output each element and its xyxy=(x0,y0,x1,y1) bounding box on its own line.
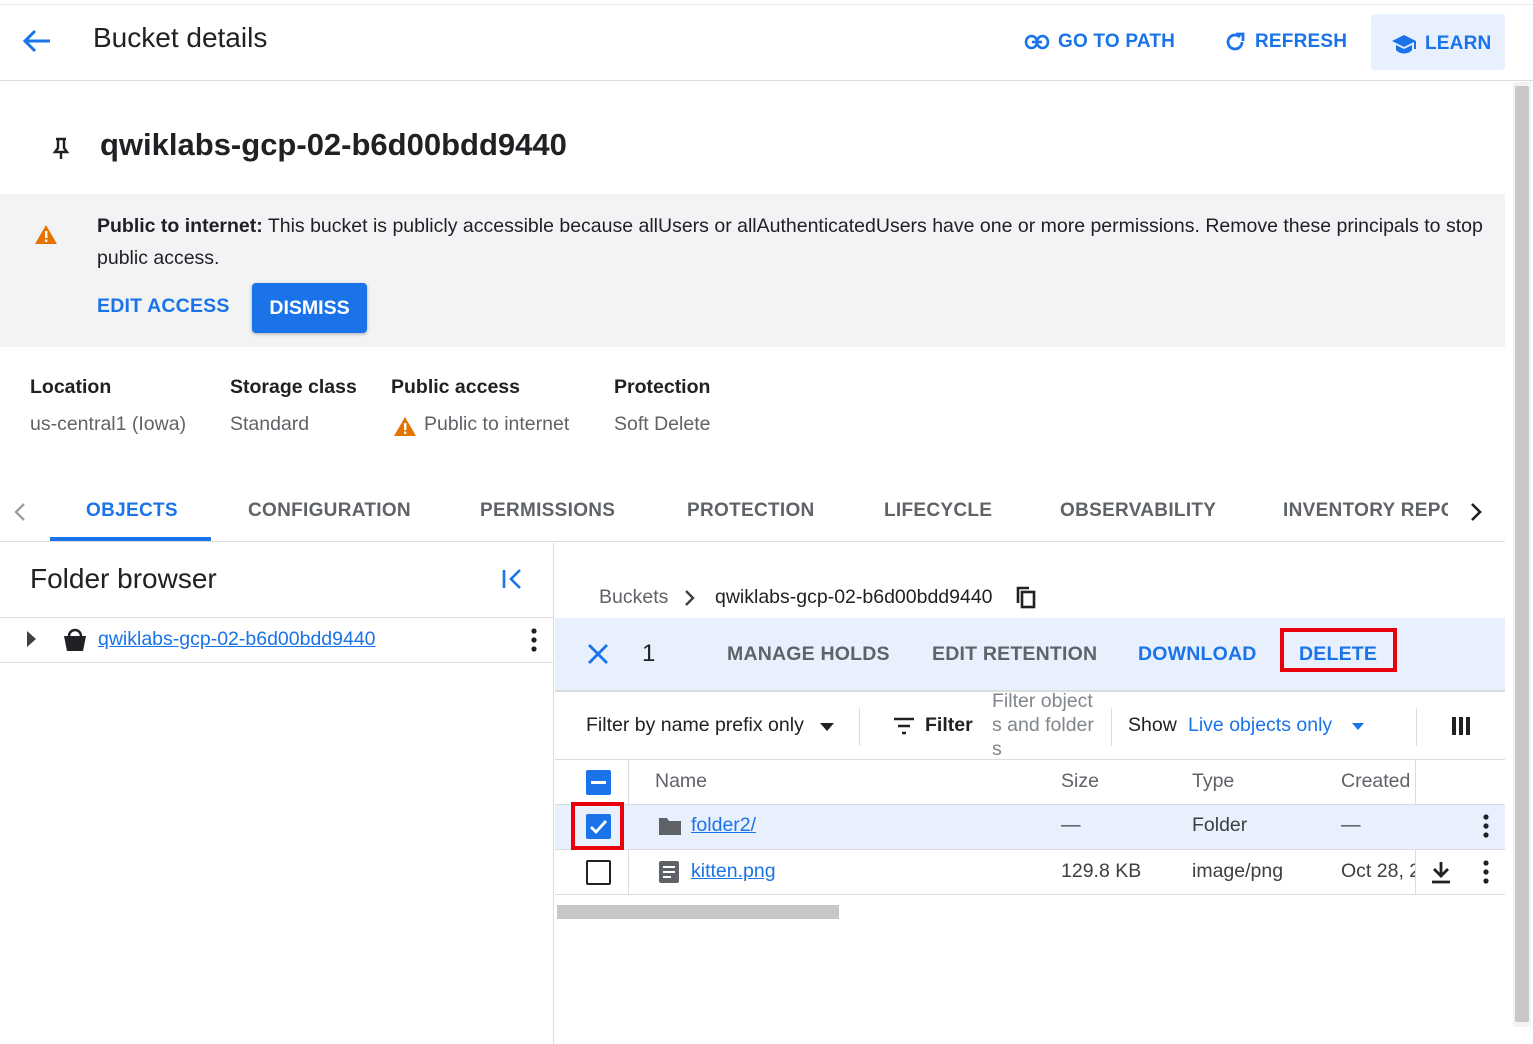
school-icon xyxy=(1391,33,1417,55)
column-header-type[interactable]: Type xyxy=(1192,770,1234,793)
indeterminate-icon xyxy=(591,781,606,784)
folder-browser-title: Folder browser xyxy=(30,563,217,594)
more-vert-icon[interactable] xyxy=(530,628,538,652)
location-value: us-central1 (Iowa) xyxy=(30,413,187,435)
object-name-link[interactable]: kitten.png xyxy=(691,860,776,883)
delete-highlight-box xyxy=(1280,628,1397,672)
breadcrumb-chevron-icon xyxy=(683,589,697,607)
column-header-created[interactable]: Created xyxy=(1341,770,1410,793)
row-more-vert-icon[interactable] xyxy=(1482,860,1490,884)
selected-count: 1 xyxy=(642,640,656,667)
banner-bold: Public to internet: xyxy=(97,215,263,237)
filter-button[interactable]: Filter xyxy=(925,714,973,737)
checkbox-highlight-box xyxy=(571,802,624,850)
download-icon[interactable] xyxy=(1430,860,1452,884)
banner-body: This bucket is publicly accessible becau… xyxy=(97,215,1483,269)
refresh-label: REFRESH xyxy=(1255,31,1348,52)
banner-message: Public to internet: This bucket is publi… xyxy=(97,210,1487,274)
show-objects-select[interactable]: Live objects only xyxy=(1188,714,1332,737)
show-label: Show xyxy=(1128,714,1177,736)
filter-separator xyxy=(859,708,860,746)
column-display-icon[interactable] xyxy=(1451,716,1471,736)
page-title: Bucket details xyxy=(93,22,268,53)
filter-prefix-select[interactable]: Filter by name prefix only xyxy=(586,714,804,737)
table-bottom-divider xyxy=(555,894,1505,895)
object-name-link[interactable]: folder2/ xyxy=(691,814,756,837)
dismiss-button[interactable]: DISMISS xyxy=(252,283,367,333)
horizontal-scrollbar-thumb[interactable] xyxy=(557,905,839,919)
object-size: 129.8 KB xyxy=(1061,860,1142,882)
tab-permissions[interactable]: PERMISSIONS xyxy=(480,500,615,522)
filter-placeholder-line3: s xyxy=(992,738,1002,759)
bucket-icon xyxy=(63,628,87,652)
storage-class-label: Storage class xyxy=(230,376,357,398)
object-created: — xyxy=(1341,814,1361,836)
storage-class-value: Standard xyxy=(230,413,310,435)
public-access-label: Public access xyxy=(391,376,520,398)
learn-button[interactable]: LEARN xyxy=(1391,26,1491,62)
refresh-icon xyxy=(1223,30,1247,54)
filter-input[interactable]: Filter object s and folder s xyxy=(992,689,1104,759)
panel-divider[interactable] xyxy=(553,543,554,1044)
tab-observability[interactable]: OBSERVABILITY xyxy=(1060,500,1216,522)
filter-placeholder-line2: s and folder xyxy=(992,714,1094,736)
back-arrow-icon[interactable] xyxy=(22,28,52,54)
tab-protection[interactable]: PROTECTION xyxy=(687,500,815,522)
copy-icon[interactable] xyxy=(1015,586,1037,610)
row-more-vert-icon[interactable] xyxy=(1482,814,1490,838)
edit-retention-button[interactable]: EDIT RETENTION xyxy=(932,643,1097,666)
warning-icon xyxy=(34,224,58,245)
object-size: — xyxy=(1061,814,1081,836)
link-icon xyxy=(1024,34,1050,50)
breadcrumb-current: qwiklabs-gcp-02-b6d00bdd9440 xyxy=(715,586,993,608)
file-icon xyxy=(659,861,679,883)
filter-row-divider xyxy=(555,759,1505,760)
show-separator xyxy=(1111,708,1112,746)
tab-active-indicator xyxy=(50,537,211,541)
folder-icon xyxy=(658,816,682,836)
folder-browser-row-divider xyxy=(0,662,553,663)
learn-label: LEARN xyxy=(1425,33,1492,54)
select-all-checkbox[interactable] xyxy=(586,770,611,795)
collapse-panel-icon[interactable] xyxy=(501,568,523,590)
tab-objects[interactable]: OBJECTS xyxy=(86,500,178,522)
object-type: image/png xyxy=(1192,860,1284,882)
folder-browser-divider xyxy=(0,617,553,618)
columns-separator xyxy=(1416,708,1417,746)
protection-value: Soft Delete xyxy=(614,413,711,435)
public-access-warning-icon xyxy=(393,416,417,437)
object-created: Oct 28, 2 xyxy=(1341,860,1415,882)
protection-label: Protection xyxy=(614,376,711,398)
tabs-scroll-right-icon[interactable] xyxy=(1468,502,1484,522)
filter-prefix-dropdown-icon[interactable] xyxy=(819,722,835,732)
tab-inventory-reports[interactable]: INVENTORY REPO xyxy=(1283,500,1448,522)
row-checkbox[interactable] xyxy=(586,860,611,885)
breadcrumb-buckets[interactable]: Buckets xyxy=(599,586,668,609)
bucket-name: qwiklabs-gcp-02-b6d00bdd9440 xyxy=(100,127,567,162)
pin-icon[interactable] xyxy=(51,136,71,162)
object-type: Folder xyxy=(1192,814,1248,836)
download-button[interactable]: DOWNLOAD xyxy=(1138,643,1257,666)
go-to-path-button[interactable]: GO TO PATH xyxy=(1024,24,1175,60)
folder-browser-bucket-link[interactable]: qwiklabs-gcp-02-b6d00bdd9440 xyxy=(98,628,376,651)
tabs-scroll-left-icon[interactable] xyxy=(12,502,28,522)
public-access-value: Public to internet xyxy=(424,413,570,435)
filter-placeholder-line1: Filter object xyxy=(992,690,1093,712)
vertical-scrollbar-thumb[interactable] xyxy=(1515,86,1529,1022)
tab-lifecycle[interactable]: LIFECYCLE xyxy=(884,500,992,522)
go-to-path-label: GO TO PATH xyxy=(1058,31,1176,52)
expand-caret-icon[interactable] xyxy=(24,630,38,648)
clear-selection-icon[interactable] xyxy=(586,642,610,666)
edit-access-button[interactable]: EDIT ACCESS xyxy=(97,295,230,318)
show-dropdown-icon[interactable] xyxy=(1351,722,1365,731)
location-label: Location xyxy=(30,376,112,398)
column-header-size[interactable]: Size xyxy=(1061,770,1099,793)
column-header-name[interactable]: Name xyxy=(655,770,707,793)
filter-list-icon[interactable] xyxy=(893,717,915,735)
refresh-button[interactable]: REFRESH xyxy=(1223,24,1347,60)
manage-holds-button[interactable]: MANAGE HOLDS xyxy=(727,643,890,666)
tab-configuration[interactable]: CONFIGURATION xyxy=(248,500,411,522)
